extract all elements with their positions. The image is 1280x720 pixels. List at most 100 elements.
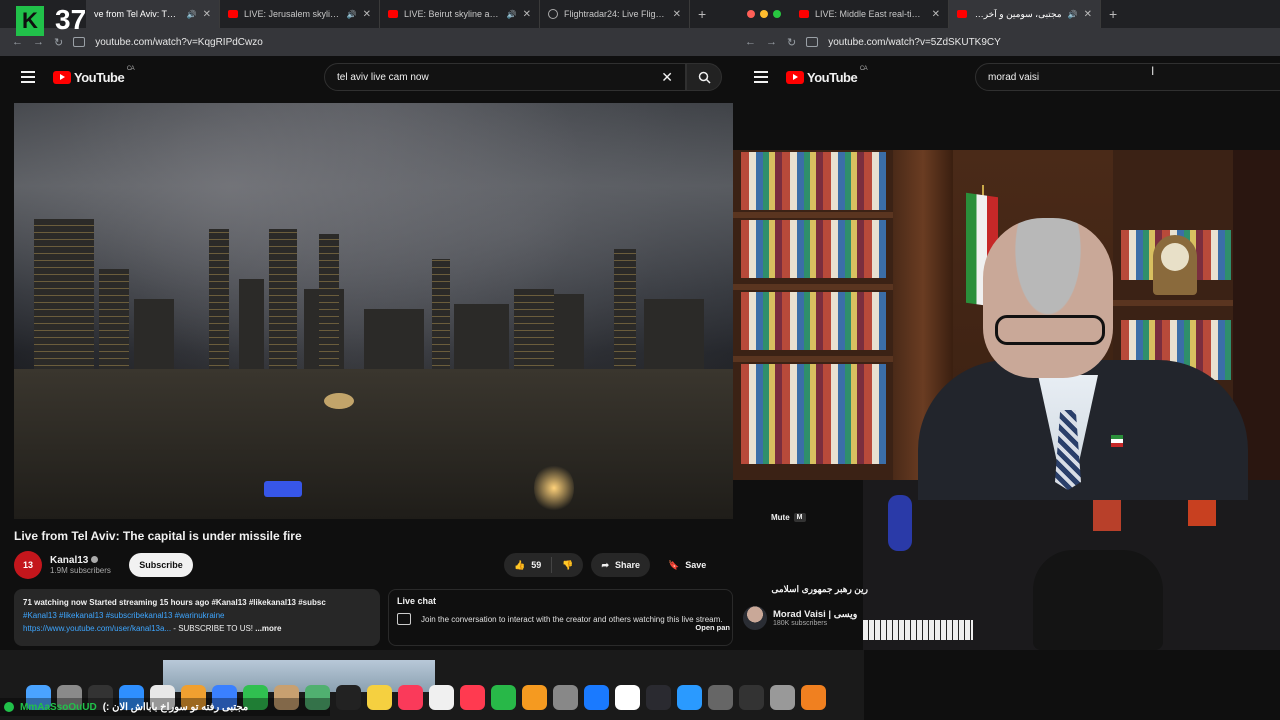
channel-name[interactable]: Kanal13 <box>50 555 88 566</box>
tab-beirut[interactable]: LIVE: Beirut skyline as Isr 🔊 ✕ <box>380 0 540 28</box>
calendar-icon[interactable] <box>429 684 454 710</box>
search-input[interactable]: tel aviv live cam now ✕ <box>324 63 686 91</box>
video-player[interactable] <box>14 103 733 519</box>
chat-icon <box>397 613 411 625</box>
close-tab-icon[interactable]: ✕ <box>1084 9 1092 20</box>
like-dislike-group: 👍 59 👎 <box>504 553 584 577</box>
description-box[interactable]: 71 watching now Started streaming 15 hou… <box>14 589 380 646</box>
channel-avatar[interactable]: 13 <box>14 551 42 579</box>
site-info-icon[interactable] <box>73 37 86 47</box>
vpn-icon[interactable] <box>677 684 702 710</box>
speaker-icon[interactable]: 🔊 <box>507 10 517 19</box>
back-arrow-icon[interactable]: ← <box>12 36 23 48</box>
ticker-message: مجتبی رفته تو سوراخ بابااش الان :) <box>102 701 249 713</box>
search-button[interactable] <box>686 63 722 91</box>
more-link[interactable]: ...more <box>253 624 281 633</box>
youtube-logo[interactable]: YouTube CA <box>53 66 135 85</box>
tv-icon[interactable] <box>336 684 361 710</box>
left-address-bar: ← → ↻ youtube.com/watch?v=KqgRIPdCwzo <box>0 28 733 56</box>
pages-icon[interactable] <box>522 684 547 710</box>
window-controls <box>733 10 791 18</box>
subscriber-count: 180K subscribers <box>773 620 828 627</box>
right-youtube-header: YouTube CA morad vaisi I <box>733 56 1280 98</box>
tab-middle-east[interactable]: LIVE: Middle East real-time c ✕ <box>791 0 949 28</box>
close-tab-icon[interactable]: ✕ <box>363 9 371 20</box>
save-button[interactable]: 🔖 Save <box>658 553 716 577</box>
foreground-rooftops <box>14 369 733 519</box>
share-icon: ➦ <box>601 559 609 570</box>
site-info-icon[interactable] <box>806 37 819 47</box>
url-text[interactable]: youtube.com/watch?v=5ZdSKUTK9CY <box>828 37 1001 48</box>
new-tab-button[interactable]: + <box>690 6 714 22</box>
dislike-button[interactable]: 👎 <box>552 560 583 571</box>
reload-icon[interactable]: ↻ <box>787 36 796 49</box>
channel-info: 13 Kanal13 1.9M subscribers <box>14 551 111 579</box>
keychain-icon[interactable] <box>708 684 733 710</box>
left-browser-window: ve from Tel Aviv: The ca 🔊 ✕ LIVE: Jerus… <box>0 0 733 650</box>
presenter <box>983 218 1113 378</box>
bookmark-icon: 🔖 <box>668 559 680 570</box>
vlc-icon[interactable] <box>801 684 826 710</box>
clear-search-icon[interactable]: ✕ <box>661 69 673 86</box>
youtube-favicon-icon <box>957 10 967 18</box>
channel-avatar[interactable] <box>743 606 767 630</box>
clock-icon <box>1153 235 1197 295</box>
music-icon[interactable] <box>398 684 423 710</box>
open-panel-button[interactable]: Open pan <box>695 623 730 632</box>
notion-icon[interactable] <box>615 684 640 710</box>
left-youtube-header: YouTube CA tel aviv live cam now ✕ <box>0 56 733 98</box>
tab-mojtaba[interactable]: مجتبی، سومین و آخرین رهبر 🔊 ✕ <box>949 0 1101 28</box>
youtube-play-icon <box>53 70 71 84</box>
settings-icon[interactable] <box>553 684 578 710</box>
notes-icon[interactable] <box>367 684 392 710</box>
chat-ticker: MmAaSsoOuUD مجتبی رفته تو سوراخ بابااش ا… <box>0 698 330 716</box>
channel-name[interactable]: Morad Vaisi | ویسی <box>773 609 857 620</box>
youtube-favicon-icon <box>388 10 398 18</box>
numbers-icon[interactable] <box>491 684 516 710</box>
right-browser-window: LIVE: Middle East real-time c ✕ مجتبی، س… <box>733 0 1280 650</box>
search-input[interactable]: morad vaisi <box>975 63 1280 91</box>
description-tags[interactable]: #Kanal13 #likekanal13 #subscribekanal13 … <box>23 609 371 622</box>
globe-icon <box>548 9 558 19</box>
obs-icon[interactable] <box>739 684 764 710</box>
close-tab-icon[interactable]: ✕ <box>523 9 531 20</box>
forward-arrow-icon[interactable]: → <box>766 36 777 48</box>
right-tab-bar: LIVE: Middle East real-time c ✕ مجتبی، س… <box>733 0 1280 28</box>
url-text[interactable]: youtube.com/watch?v=KqgRIPdCwzo <box>95 37 263 48</box>
menu-icon[interactable] <box>21 71 35 83</box>
zoom-window-icon[interactable] <box>773 10 781 18</box>
tab-jerusalem[interactable]: LIVE: Jerusalem skyline a 🔊 ✕ <box>220 0 380 28</box>
thumbs-down-icon: 👎 <box>562 559 574 570</box>
close-window-icon[interactable] <box>747 10 755 18</box>
share-button[interactable]: ➦ Share <box>591 553 651 577</box>
mute-hint[interactable]: Mute M <box>771 513 806 522</box>
close-tab-icon[interactable]: ✕ <box>932 9 940 20</box>
close-tab-icon[interactable]: ✕ <box>673 9 681 20</box>
live-chat-message: Join the conversation to interact with t… <box>421 614 723 624</box>
tab-flightradar[interactable]: Flightradar24: Live Flight Tra ✕ <box>540 0 690 28</box>
tab-tel-aviv[interactable]: ve from Tel Aviv: The ca 🔊 ✕ <box>86 0 220 28</box>
description-meta: 71 watching now Started streaming 15 hou… <box>23 598 326 607</box>
speaker-icon[interactable]: 🔊 <box>187 10 197 19</box>
close-tab-icon[interactable]: ✕ <box>203 9 211 20</box>
appstore-icon[interactable] <box>584 684 609 710</box>
disk-icon[interactable] <box>770 684 795 710</box>
thumbs-up-icon: 👍 <box>514 559 526 570</box>
back-arrow-icon[interactable]: ← <box>745 36 756 48</box>
youtube-logo[interactable]: YouTube CA <box>786 66 868 85</box>
menu-icon[interactable] <box>754 71 768 83</box>
like-button[interactable]: 👍 59 <box>504 557 553 573</box>
new-tab-button[interactable]: + <box>1101 6 1125 22</box>
subscribe-button[interactable]: Subscribe <box>129 553 193 577</box>
subscriber-count: 1.9M subscribers <box>50 566 111 575</box>
fantastical-icon[interactable] <box>646 684 671 710</box>
news-icon[interactable] <box>460 684 485 710</box>
bookshelf <box>733 150 893 480</box>
forward-arrow-icon[interactable]: → <box>33 36 44 48</box>
screen: ve from Tel Aviv: The ca 🔊 ✕ LIVE: Jerus… <box>0 0 1280 720</box>
reload-icon[interactable]: ↻ <box>54 36 63 49</box>
minimize-window-icon[interactable] <box>760 10 768 18</box>
channel-link[interactable]: https://www.youtube.com/user/kanal13a... <box>23 624 171 633</box>
speaker-icon[interactable]: 🔊 <box>347 10 357 19</box>
speaker-icon[interactable]: 🔊 <box>1068 10 1078 19</box>
